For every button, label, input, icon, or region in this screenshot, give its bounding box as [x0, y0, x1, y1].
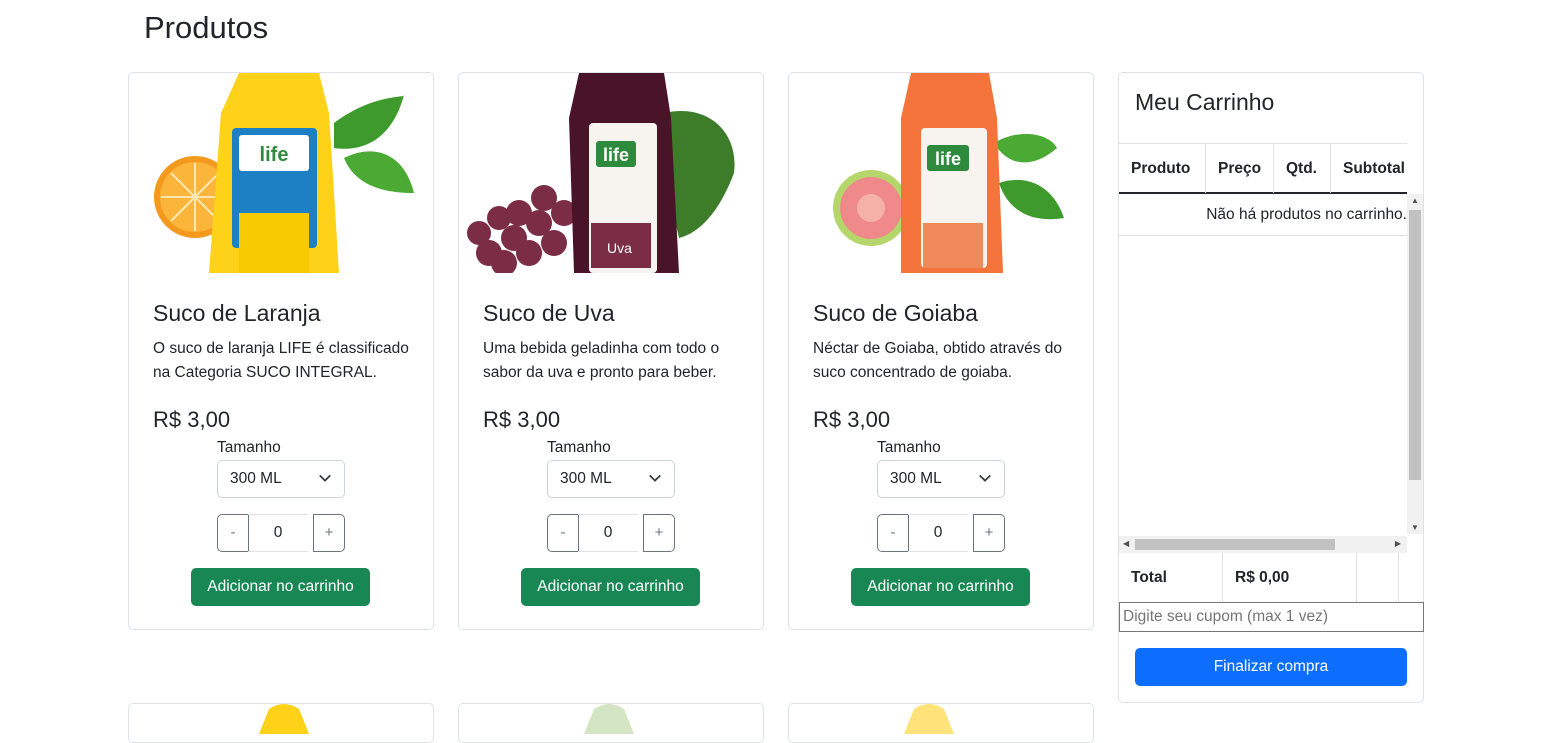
quantity-input[interactable]: 0 [908, 514, 968, 552]
cart-total-row: Total R$ 0,00 [1119, 553, 1423, 603]
size-select-value: 300 ML [890, 470, 942, 487]
product-description: Uma bebida geladinha com todo o sabor da… [483, 340, 720, 381]
increase-button[interactable]: + [643, 514, 675, 552]
quantity-input[interactable]: 0 [578, 514, 638, 552]
product-card-body: Suco de Laranja O suco de laranja LIFE é… [153, 295, 413, 606]
size-label: Tamanho [877, 439, 941, 456]
page-title: Produtos [144, 10, 269, 45]
chevron-down-icon [319, 474, 331, 482]
column-header-subtotal: Subtotal [1343, 160, 1405, 177]
cart-table-header: Produto Preço Qtd. Subtotal [1119, 143, 1407, 194]
size-select-value: 300 ML [230, 470, 282, 487]
increase-button[interactable]: + [973, 514, 1005, 552]
product-price: R$ 3,00 [153, 407, 231, 432]
product-card [458, 703, 764, 743]
column-header-produto: Produto [1119, 144, 1206, 193]
total-label: Total [1119, 553, 1223, 603]
size-select[interactable]: 300 ML [877, 460, 1005, 498]
product-card: life Uva Suco de Uva Uma bebida geladinh… [458, 72, 764, 630]
product-name: Suco de Uva [483, 300, 615, 326]
cart-empty-message: Não há produtos no carrinho. [1119, 194, 1407, 236]
product-card-body: Suco de Uva Uma bebida geladinha com tod… [483, 295, 743, 606]
product-description: O suco de laranja LIFE é classificado na… [153, 340, 409, 381]
product-image [259, 704, 309, 734]
add-to-cart-button[interactable]: Adicionar no carrinho [521, 568, 700, 606]
cart-panel: Meu Carrinho Produto Preço Qtd. Subtotal… [1118, 72, 1424, 703]
bottle-flavor: Uva [607, 240, 632, 256]
scrollbar-thumb[interactable] [1135, 539, 1335, 550]
bottle-brand: life [260, 144, 289, 166]
chevron-down-icon [979, 474, 991, 482]
quantity-stepper: - 0 + [217, 514, 345, 552]
total-empty-cell [1357, 553, 1399, 603]
product-image-orange-juice: life [129, 73, 433, 273]
scroll-up-icon[interactable]: ▲ [1411, 196, 1419, 205]
add-to-cart-button[interactable]: Adicionar no carrinho [191, 568, 370, 606]
size-label: Tamanho [217, 439, 281, 456]
bottle-brand: life [935, 149, 961, 169]
product-image-guava-juice: life [789, 73, 1093, 273]
cart-table-scroll[interactable]: Produto Preço Qtd. Subtotal Não há produ… [1119, 143, 1407, 553]
product-card [788, 703, 1094, 743]
product-price: R$ 3,00 [813, 407, 891, 432]
scrollbar-thumb[interactable] [1409, 210, 1421, 480]
chevron-down-icon [649, 474, 661, 482]
cart-horizontal-scrollbar[interactable]: ◀ ▶ [1119, 536, 1407, 553]
size-select[interactable]: 300 ML [547, 460, 675, 498]
product-name: Suco de Goiaba [813, 300, 978, 326]
product-image [584, 704, 634, 734]
finish-purchase-button[interactable]: Finalizar compra [1135, 648, 1407, 686]
scroll-down-icon[interactable]: ▼ [1411, 523, 1419, 532]
quantity-stepper: - 0 + [877, 514, 1005, 552]
total-value: R$ 0,00 [1223, 553, 1357, 603]
decrease-button[interactable]: - [217, 514, 249, 552]
add-to-cart-button[interactable]: Adicionar no carrinho [851, 568, 1030, 606]
size-select[interactable]: 300 ML [217, 460, 345, 498]
quantity-stepper: - 0 + [547, 514, 675, 552]
product-image [904, 704, 954, 734]
size-select-value: 300 ML [560, 470, 612, 487]
cart-vertical-scrollbar[interactable]: ▲ ▼ [1407, 194, 1423, 534]
product-card [128, 703, 434, 743]
quantity-input[interactable]: 0 [248, 514, 308, 552]
product-description: Néctar de Goiaba, obtido através do suco… [813, 340, 1063, 381]
column-header-preco: Preço [1206, 144, 1274, 193]
size-label: Tamanho [547, 439, 611, 456]
decrease-button[interactable]: - [877, 514, 909, 552]
product-card: life Suco de Goiaba Néctar de Goiaba, ob… [788, 72, 1094, 630]
product-card-body: Suco de Goiaba Néctar de Goiaba, obtido … [813, 295, 1073, 606]
scroll-right-icon[interactable]: ▶ [1395, 539, 1401, 548]
cart-title: Meu Carrinho [1135, 89, 1275, 115]
product-price: R$ 3,00 [483, 407, 561, 432]
scroll-left-icon[interactable]: ◀ [1123, 539, 1129, 548]
column-header-qtd: Qtd. [1274, 144, 1331, 193]
product-image-grape-juice: life Uva [459, 73, 763, 273]
coupon-input[interactable] [1119, 602, 1424, 632]
product-name: Suco de Laranja [153, 300, 321, 326]
decrease-button[interactable]: - [547, 514, 579, 552]
product-card: life Suco de Laranja O suco de laranja L… [128, 72, 434, 630]
bottle-brand: life [603, 145, 629, 165]
increase-button[interactable]: + [313, 514, 345, 552]
